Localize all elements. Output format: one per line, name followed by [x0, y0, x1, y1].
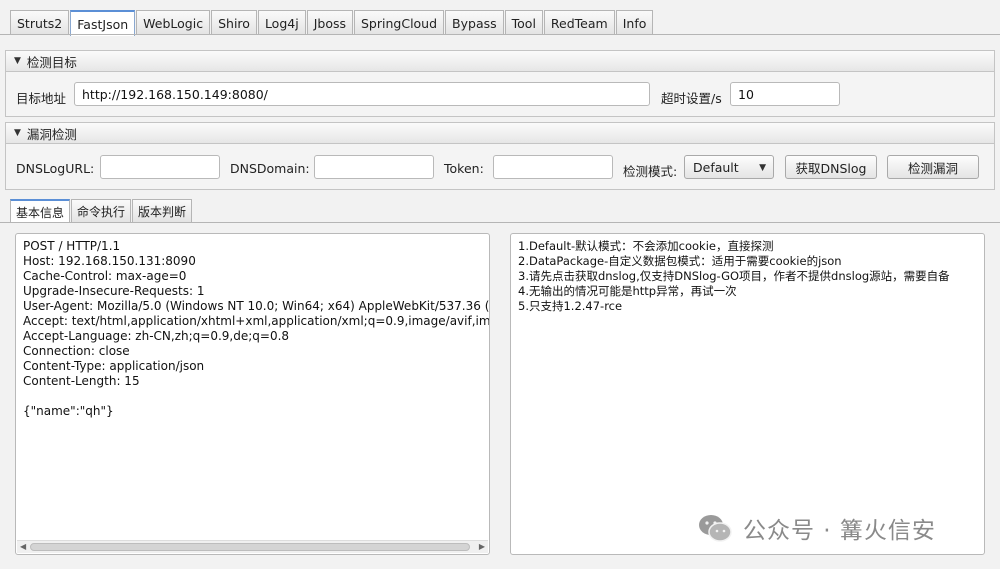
text-line: 2.DataPackage-自定义数据包模式：适用于需要cookie的json: [518, 254, 842, 268]
tab-command-exec[interactable]: 命令执行: [71, 199, 132, 223]
scrollbar-thumb[interactable]: [30, 543, 470, 551]
triangle-down-icon: ▼: [14, 128, 21, 138]
target-section-title: 检测目标: [26, 54, 77, 70]
target-section-body: 目标地址 http://192.168.150.149:8080/ 超时设置/s…: [5, 72, 995, 117]
tab-fastjson[interactable]: FastJson: [70, 10, 136, 36]
tab-redteam[interactable]: RedTeam: [543, 10, 615, 35]
target-label: 目标地址: [16, 91, 67, 106]
triangle-down-icon: ▼: [14, 56, 21, 66]
vuln-section-title: 漏洞检测: [26, 126, 77, 142]
text-line: Cache-Control: max-age=0: [23, 269, 187, 283]
tab-shiro[interactable]: Shiro: [211, 10, 257, 35]
vuln-section-header[interactable]: ▼ 漏洞检测: [5, 122, 995, 144]
text-line: Content-Type: application/json: [23, 359, 205, 373]
sub-tab-divider: [0, 222, 1000, 223]
target-section-header[interactable]: ▼ 检测目标: [5, 50, 995, 72]
tab-info[interactable]: Info: [615, 10, 654, 35]
tab-jboss[interactable]: Jboss: [306, 10, 353, 35]
text-line: Content-Length: 15: [23, 374, 140, 388]
tab-weblogic[interactable]: WebLogic: [136, 10, 211, 35]
text-line: 1.Default-默认模式：不会添加cookie，直接探测: [518, 239, 774, 253]
token-input[interactable]: [493, 155, 613, 179]
text-line: Host: 192.168.150.131:8090: [23, 254, 196, 268]
get-dnslog-button[interactable]: 获取DNSlog: [785, 155, 877, 179]
detect-mode-value: Default: [693, 159, 739, 175]
tab-struts2[interactable]: Struts2: [10, 10, 70, 35]
text-line: {"name":"qh"}: [23, 404, 114, 418]
request-textarea[interactable]: POST / HTTP/1.1 Host: 192.168.150.131:809…: [15, 233, 490, 555]
wechat-icon: [699, 515, 732, 542]
text-line: 4.无输出的情况可能是http异常，再试一次: [518, 284, 737, 298]
tab-bypass[interactable]: Bypass: [445, 10, 504, 35]
detect-vuln-button[interactable]: 检测漏洞: [887, 155, 979, 179]
dnslog-url-label: DNSLogURL:: [16, 161, 95, 176]
watermark-text: 公众号 · 篝火信安: [743, 518, 936, 544]
sub-tab-bar: 基本信息 命令执行 版本判断: [10, 199, 193, 223]
request-lines: POST / HTTP/1.1 Host: 192.168.150.131:809…: [23, 239, 490, 419]
tab-springcloud[interactable]: SpringCloud: [354, 10, 445, 35]
scroll-right-icon[interactable]: ▶: [479, 541, 485, 553]
text-line: 5.只支持1.2.47-rce: [518, 299, 623, 313]
scroll-left-icon[interactable]: ◀: [20, 541, 26, 553]
horizontal-scrollbar[interactable]: ◀ ▶: [17, 540, 488, 553]
tab-log4j[interactable]: Log4j: [257, 10, 306, 35]
text-line: [23, 389, 489, 404]
text-line: Accept: text/html,application/xhtml+xml,…: [23, 314, 490, 328]
tab-version-check[interactable]: 版本判断: [132, 199, 193, 223]
vuln-section-body: DNSLogURL: DNSDomain: Token: 检测模式: Defau…: [5, 144, 995, 190]
token-label: Token:: [444, 161, 484, 176]
text-line: Upgrade-Insecure-Requests: 1: [23, 284, 205, 298]
dnsdomain-label: DNSDomain:: [230, 161, 310, 176]
text-line: POST / HTTP/1.1: [23, 239, 121, 253]
tab-tool[interactable]: Tool: [504, 10, 543, 35]
text-line: Connection: close: [23, 344, 130, 358]
tab-divider: [0, 34, 1000, 35]
watermark: 公众号 · 篝火信安: [697, 511, 936, 545]
tab-basic-info[interactable]: 基本信息: [10, 199, 71, 223]
info-textarea[interactable]: 1.Default-默认模式：不会添加cookie，直接探测 2.DataPack…: [510, 233, 985, 555]
timeout-label: 超时设置/s: [661, 91, 722, 106]
text-line: 3.请先点击获取dnslog,仅支持DNSlog-GO项目，作者不提供dnslo…: [518, 269, 950, 283]
detect-mode-select[interactable]: Default ▼: [684, 155, 774, 179]
detect-mode-label: 检测模式:: [623, 164, 678, 179]
chevron-down-icon: ▼: [759, 163, 766, 173]
dnslog-url-input[interactable]: [100, 155, 220, 179]
info-lines: 1.Default-默认模式：不会添加cookie，直接探测 2.DataPack…: [518, 239, 950, 314]
text-line: Accept-Language: zh-CN,zh;q=0.9,de;q=0.8: [23, 329, 290, 343]
timeout-input[interactable]: 10: [730, 82, 840, 106]
top-tab-bar: Struts2 FastJson WebLogic Shiro Log4j Jboss Sp…: [10, 10, 654, 36]
text-line: User-Agent: Mozilla/5.0 (Windows NT 10.0…: [23, 299, 490, 313]
target-url-input[interactable]: http://192.168.150.149:8080/: [74, 82, 650, 106]
dnsdomain-input[interactable]: [314, 155, 434, 179]
